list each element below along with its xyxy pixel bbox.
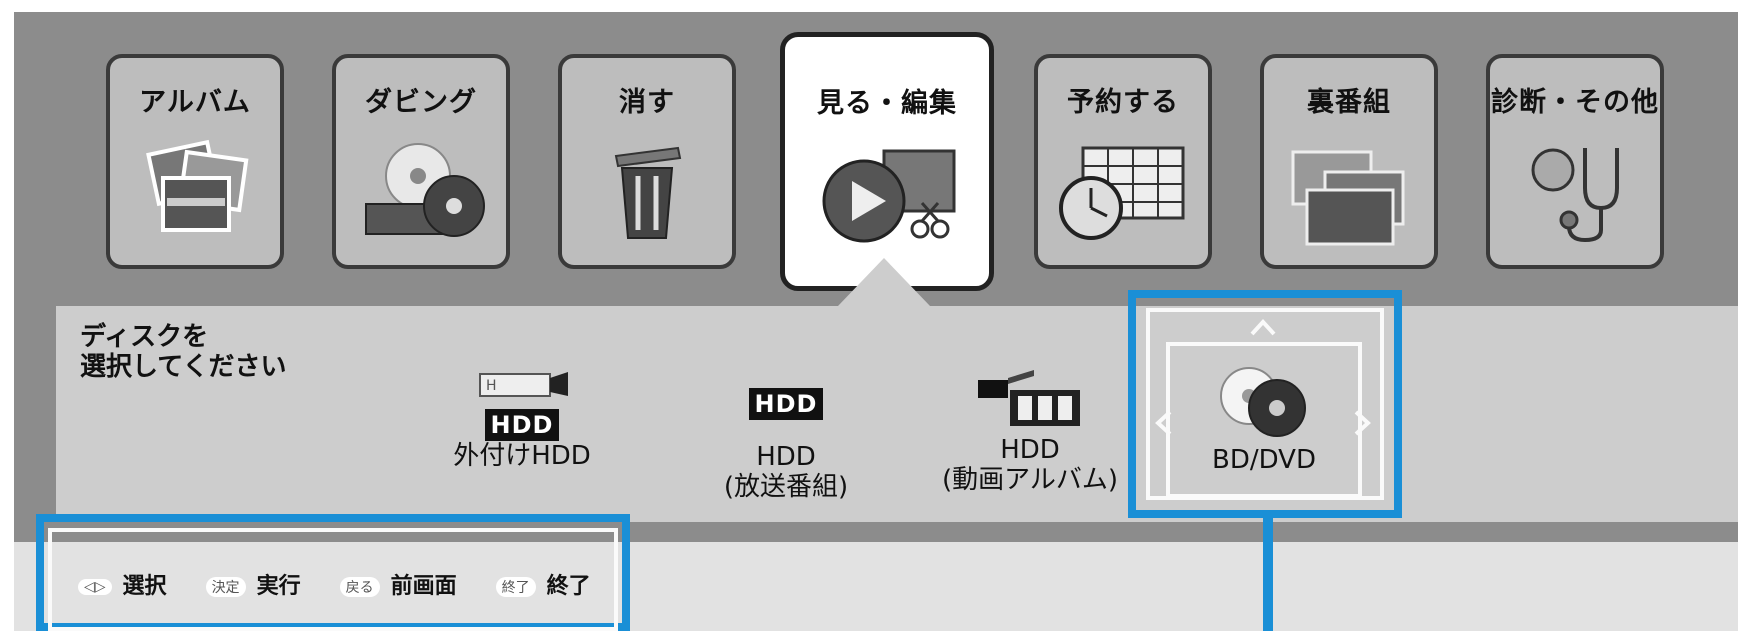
disk-option-hdd-broadcast[interactable]: HDD HDD (放送番組) [706, 388, 866, 502]
disk-sublabel: (放送番組) [723, 472, 849, 502]
hint-label: 終了 [546, 574, 591, 599]
menu-tile-label: 診断・その他 [1491, 87, 1659, 118]
hint-label: 実行 [256, 574, 301, 599]
disk-sublabel: (動画アルバム) [941, 465, 1119, 495]
prompt-line-2: 選択してください [80, 352, 287, 382]
menu-tile-label: ダビング [365, 87, 477, 118]
menu-tile-label: 消す [619, 87, 675, 118]
hint-bar: ◁▷ 選択 決定 実行 戻る 前画面 終了 終了 [78, 568, 623, 600]
clock-schedule-icon [1059, 146, 1185, 240]
dubbing-disc-icon [365, 143, 485, 237]
menu-tile-album[interactable]: アルバム [106, 54, 284, 269]
menu-tile-erase[interactable]: 消す [558, 54, 736, 269]
menu-tile-view-edit[interactable]: 見る・編集 [780, 32, 994, 291]
enter-key: 決定 [205, 577, 246, 597]
diagnostics-icon [1531, 148, 1619, 243]
menu-tile-label: アルバム [139, 87, 251, 118]
menu-tile-ura-bangumi[interactable]: 裏番組 [1260, 54, 1438, 269]
video-album-icon [978, 370, 1080, 426]
external-hdd-icon: H [479, 372, 568, 397]
disk-option-external-hdd[interactable]: H HDD 外付けHDD [452, 368, 592, 471]
disk-option-bd-dvd[interactable]: BD/DVD [1176, 362, 1352, 475]
selection-pointer [838, 258, 930, 306]
callout-line [1263, 518, 1273, 631]
select-arrows-key: ◁▷ [78, 579, 112, 595]
back-key: 戻る [339, 577, 380, 597]
menu-tile-reserve[interactable]: 予約する [1034, 54, 1212, 269]
disk-label: HDD [1000, 435, 1060, 465]
hint-label: 選択 [122, 574, 167, 599]
disk-panel [56, 306, 1738, 522]
hdd-badge: HDD [484, 409, 560, 441]
disk-label: BD/DVD [1212, 445, 1316, 475]
disk-label: HDD [756, 442, 816, 472]
menu-tile-dubbing[interactable]: ダビング [332, 54, 510, 269]
prompt-line-1: ディスクを [80, 322, 209, 352]
hint-label: 前画面 [390, 574, 457, 599]
trash-can-icon [614, 146, 682, 239]
tv-screens-icon [1291, 150, 1405, 246]
play-edit-icon [822, 149, 956, 243]
menu-tile-label: 裏番組 [1307, 87, 1391, 118]
menu-tile-diagnostics[interactable]: 診断・その他 [1486, 54, 1664, 269]
chevron-up-icon[interactable] [1248, 318, 1278, 338]
disk-prompt: ディスクを 選択してください [80, 322, 286, 382]
hdd-badge: HDD [748, 388, 824, 420]
chevron-right-icon[interactable] [1352, 408, 1374, 438]
disk-label: 外付けHDD [453, 441, 591, 471]
exit-key: 終了 [495, 577, 536, 597]
disk-option-hdd-video-album[interactable]: HDD (動画アルバム) [920, 368, 1140, 495]
bd-dvd-disc-icon [1220, 367, 1306, 437]
menu-tile-label: 予約する [1067, 87, 1179, 118]
photo-album-icon [146, 139, 249, 232]
menu-tile-label: 見る・編集 [817, 88, 957, 119]
chevron-left-icon[interactable] [1152, 408, 1174, 438]
external-hdd-small-letter: H [486, 378, 497, 394]
